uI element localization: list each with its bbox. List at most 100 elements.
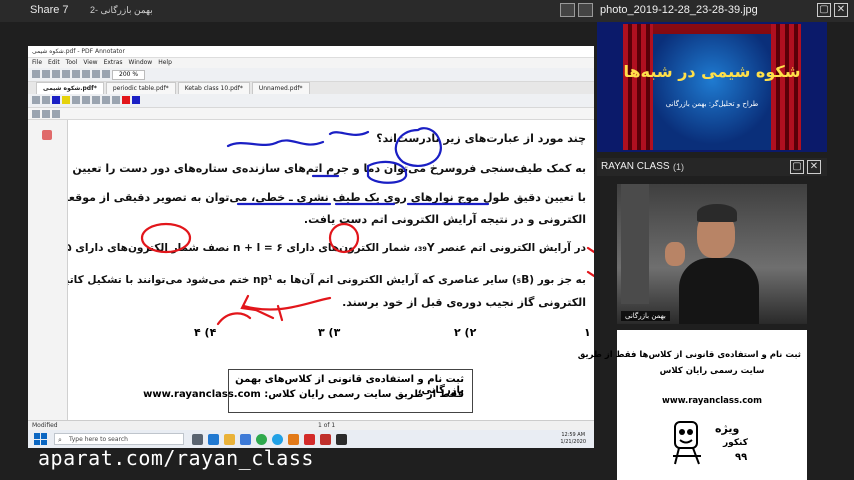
menu-help[interactable]: Help <box>158 58 172 68</box>
pdf-toolbar-main: 200 % <box>28 68 594 82</box>
line-icon[interactable] <box>92 96 100 104</box>
annotation-arrow-icon <box>240 294 332 312</box>
thumbnail-sidebar[interactable] <box>28 120 68 430</box>
clock-date: 1/21/2020 <box>560 439 586 445</box>
ad-url: www.rayanclass.com <box>661 396 762 406</box>
layout-icon[interactable] <box>560 3 575 17</box>
conference-topbar: Share 7 بهمن بازرگانی -2 photo_2019-12-2… <box>0 0 854 22</box>
pdf-toolbar-annotate <box>28 94 594 108</box>
presenter-name: بهمن بازرگانی -2 <box>90 5 153 15</box>
banner-line-2: فقط از طریق سایت رسمی رایان کلاس: www.ra… <box>143 389 464 400</box>
media-icon[interactable] <box>288 433 299 445</box>
open-icon[interactable] <box>42 70 50 78</box>
annotation-margin-mark <box>586 246 594 278</box>
video-close-icon[interactable]: ✕ <box>807 160 821 174</box>
annotation-circle-eighteen-icon <box>140 222 192 254</box>
menu-view[interactable]: View <box>83 58 97 68</box>
registration-ad: ثبت نام و استفاده‌ی قانونی از کلاس‌ها فق… <box>578 330 807 480</box>
webcam-video: بهمن بازرگانی <box>617 184 807 324</box>
zoom-out-icon[interactable] <box>102 70 110 78</box>
taskbar-search-input[interactable]: ⌕ Type here to search <box>54 433 184 445</box>
highlighter-icon[interactable] <box>62 96 70 104</box>
pointer-icon[interactable] <box>32 96 40 104</box>
tab-ketab-class[interactable]: Ketab class 10.pdf* <box>177 82 250 94</box>
curtain-left-icon <box>623 24 653 150</box>
restore-icon[interactable]: ▢ <box>817 3 831 17</box>
stamp-icon[interactable] <box>112 96 120 104</box>
ad-konkur: کنکور <box>723 438 748 448</box>
video-restore-icon[interactable]: ▢ <box>790 160 804 174</box>
store-icon[interactable] <box>240 433 251 445</box>
undo-icon[interactable] <box>72 70 80 78</box>
menu-window[interactable]: Window <box>129 58 153 68</box>
ad-special: ویژه <box>715 422 740 435</box>
zoom-in-icon[interactable] <box>92 70 100 78</box>
menu-tool[interactable]: Tool <box>66 58 78 68</box>
search-icon: ⌕ <box>58 436 62 444</box>
new-icon[interactable] <box>32 70 40 78</box>
edge-icon[interactable] <box>208 433 219 445</box>
registration-banner: ثبت نام و استفاده‌ی قانونی از کلاس‌های ب… <box>143 369 473 413</box>
zoom-level[interactable]: 200 % <box>112 70 146 80</box>
color-blue-icon[interactable] <box>132 96 140 104</box>
presenter-hair <box>697 204 737 222</box>
close-icon[interactable]: ✕ <box>834 3 848 17</box>
layout-toggle-group[interactable] <box>560 3 593 17</box>
ad-year: ۹۹ <box>735 452 748 463</box>
opacity-icon[interactable] <box>52 110 60 118</box>
shape-icon[interactable] <box>102 96 110 104</box>
video-window-controls[interactable]: ▢ ✕ <box>790 160 821 174</box>
text-icon[interactable] <box>82 96 90 104</box>
taskbar-apps <box>192 433 347 445</box>
fullscreen-icon[interactable] <box>578 3 593 17</box>
pdf-statusbar: Modified 1 of 1 <box>28 420 594 430</box>
annotation-circle-mass <box>366 160 408 184</box>
presenter-name-tag: بهمن بازرگانی <box>621 311 670 321</box>
menu-file[interactable]: File <box>32 58 42 68</box>
pdf-page[interactable]: چند مورد از عبارت‌های زیر نادرست‌اند؟ به… <box>68 120 594 430</box>
pdf-window-title: شکوه شیمی.pdf - PDF Annotator <box>28 46 594 58</box>
eraser-icon[interactable] <box>72 96 80 104</box>
file-explorer-icon[interactable] <box>224 433 235 445</box>
save-icon[interactable] <box>52 70 60 78</box>
watermark: aparat.com/rayan_class <box>38 446 314 470</box>
video-panel-header: RAYAN CLASS (1) ▢ ✕ <box>597 158 827 176</box>
menu-extras[interactable]: Extras <box>104 58 123 68</box>
tab-periodic-table[interactable]: periodic table.pdf* <box>105 82 176 94</box>
redo-icon[interactable] <box>82 70 90 78</box>
windows-start-icon[interactable] <box>34 433 48 445</box>
pdf-tab-bar: شکوه شیمی.pdf* periodic table.pdf* Ketab… <box>28 82 594 94</box>
tab-shokooh-shimi[interactable]: شکوه شیمی.pdf* <box>36 82 104 94</box>
wall-art <box>621 184 649 304</box>
pdf-toolbar-properties <box>28 108 594 120</box>
color-red-icon[interactable] <box>122 96 130 104</box>
app-red-icon[interactable] <box>304 433 315 445</box>
taskbar-search-placeholder: Type here to search <box>69 436 128 443</box>
thumb-pin-icon[interactable] <box>42 130 52 140</box>
hand-icon[interactable] <box>42 96 50 104</box>
taskbar-clock[interactable]: 12:59 AM 1/21/2020 <box>560 432 586 446</box>
presenter-body <box>679 258 759 324</box>
pdf-menubar: File Edit Tool View Extras Window Help <box>28 58 594 68</box>
annotation-circle-one-red-icon <box>328 222 360 254</box>
property-icon[interactable] <box>32 110 40 118</box>
chrome-icon[interactable] <box>256 433 267 445</box>
skype-icon[interactable] <box>272 433 283 445</box>
menu-edit[interactable]: Edit <box>48 58 60 68</box>
participant-count: (1) <box>673 162 684 172</box>
task-view-icon[interactable] <box>192 433 203 445</box>
mascot-icon <box>673 421 701 465</box>
pdf-annotator-icon[interactable] <box>320 433 331 445</box>
shared-screen: شکوه شیمی.pdf - PDF Annotator File Edit … <box>28 46 594 448</box>
photo-panel: شکوه شیمی در شبه‌ها طراح و تحلیل‌گر: بهم… <box>597 22 827 152</box>
annotation-scribble-icon <box>226 130 370 148</box>
tab-unnamed[interactable]: Unnamed.pdf* <box>251 82 310 94</box>
video-panel-title: RAYAN CLASS <box>601 161 670 172</box>
promo-image: شکوه شیمی در شبه‌ها طراح و تحلیل‌گر: بهم… <box>623 24 801 150</box>
curtain-right-icon <box>771 24 801 150</box>
window-controls[interactable]: ▢ ✕ <box>817 3 848 17</box>
width-icon[interactable] <box>42 110 50 118</box>
app-dark-icon[interactable] <box>336 433 347 445</box>
pen-icon[interactable] <box>52 96 60 104</box>
print-icon[interactable] <box>62 70 70 78</box>
